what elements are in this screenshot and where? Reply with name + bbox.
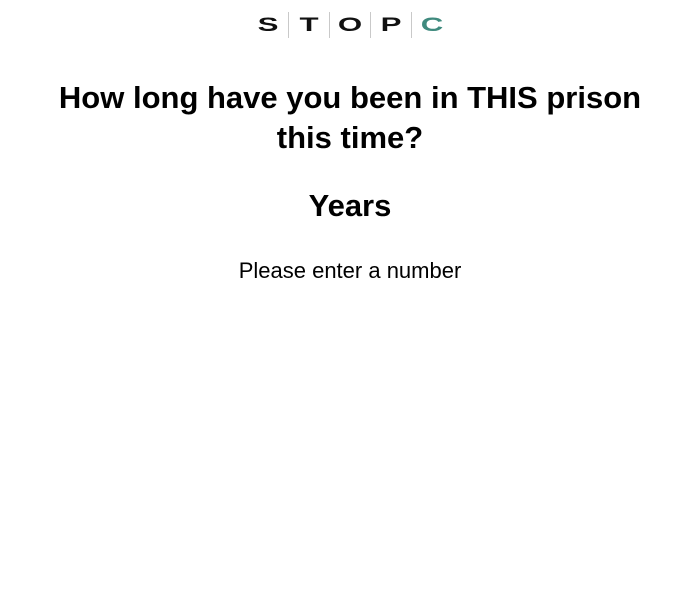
question-text: How long have you been in THIS prison th… [58,80,642,155]
logo-letter-c: C [420,14,444,36]
stopc-logo: S T O P C [0,12,700,38]
unit-label: Years [308,188,392,223]
logo-wordmark: S T O P C [248,12,452,38]
number-entry-prompt: Please enter a number [238,258,462,283]
